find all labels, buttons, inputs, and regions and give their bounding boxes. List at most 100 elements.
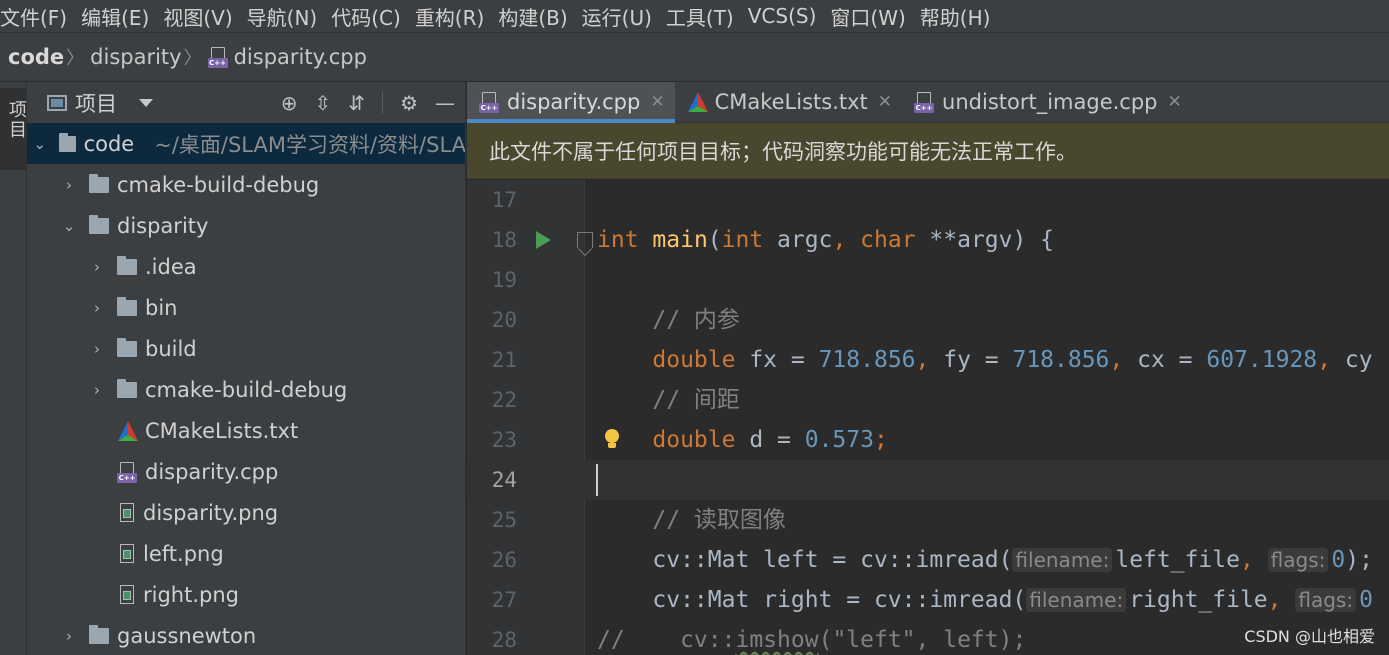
code-comment: // 读取图像 (597, 507, 786, 533)
parameter-hint: flags: (1295, 588, 1357, 612)
tree-item-label: CMakeLists.txt (145, 418, 299, 443)
image-file-icon (117, 584, 137, 606)
menu-edit[interactable]: 编辑(E) (74, 2, 156, 31)
banner-text: 此文件不属于任何项目目标；代码洞察功能可能无法正常工作。 (489, 139, 1077, 164)
line-number: 21 (491, 348, 517, 372)
tree-row[interactable]: › cmake-build-debug (27, 369, 465, 410)
menu-code[interactable]: 代码(C) (324, 2, 408, 31)
close-icon[interactable]: ✕ (650, 92, 664, 112)
root-path-hint: ~/桌面/SLAM学习资料/资料/SLA (154, 132, 466, 157)
parameter-hint: filename: (1026, 588, 1127, 612)
chevron-right-icon[interactable]: › (89, 381, 105, 399)
chevron-right-icon[interactable]: › (89, 340, 105, 358)
editor: C++ disparity.cpp ✕ CMakeLists.txt ✕ C++… (467, 82, 1389, 655)
chevron-right-icon[interactable]: › (89, 299, 105, 317)
menu-help[interactable]: 帮助(H) (913, 2, 998, 31)
chevron-right-icon[interactable]: › (61, 176, 77, 194)
folder-icon (89, 214, 109, 234)
chevron-down-icon[interactable]: ⌄ (61, 217, 77, 235)
tree-row[interactable]: right.png (27, 574, 465, 615)
code-line: 17 (467, 180, 1389, 220)
tree-row[interactable]: › build (27, 328, 465, 369)
tree-row[interactable]: › cmake-build-debug (27, 164, 465, 205)
tree-row[interactable]: › bin (27, 287, 465, 328)
chevron-right-icon[interactable]: › (61, 627, 77, 645)
menu-run[interactable]: 运行(U) (575, 2, 659, 31)
tab-undistort-image-cpp[interactable]: C++ undistort_image.cpp ✕ (902, 82, 1192, 122)
code-text: cv::Mat left = cv::imread(filename: left_… (597, 547, 1373, 573)
line-number: 26 (491, 548, 517, 572)
breadcrumb-separator-icon: 〉 (183, 48, 202, 69)
code-comment: // 内参 (597, 307, 740, 333)
minimize-icon[interactable]: — (435, 91, 455, 115)
tree-item-label: gaussnewton (117, 623, 257, 648)
gear-icon[interactable]: ⚙ (400, 91, 418, 115)
code-editor[interactable]: 17 18 int main(int argc, char **argv) { … (467, 180, 1389, 655)
breadcrumb: code 〉 disparity 〉 C++ disparity.cpp (0, 32, 1389, 82)
tree-item-label: cmake-build-debug (145, 377, 348, 402)
tab-label: disparity.cpp (507, 90, 641, 114)
line-number: 23 (491, 428, 517, 452)
menu-tools[interactable]: 工具(T) (659, 2, 741, 31)
menu-refactor[interactable]: 重构(R) (408, 2, 492, 31)
tree-row[interactable]: ⌄ disparity (27, 205, 465, 246)
close-icon[interactable]: ✕ (1168, 92, 1182, 112)
tree-row[interactable]: disparity.png (27, 492, 465, 533)
code-text: double d = 0.573; (652, 427, 888, 453)
notification-banner: 此文件不属于任何项目目标；代码洞察功能可能无法正常工作。 (467, 123, 1389, 179)
line-number: 19 (491, 268, 517, 292)
folder-icon (89, 173, 109, 193)
cpp-file-icon: C++ (207, 46, 230, 68)
folder-icon (117, 378, 137, 398)
fold-icon[interactable] (577, 232, 593, 248)
code-text: // cv::imshow("left", left); (597, 627, 1027, 653)
breadcrumb-root[interactable]: code (8, 45, 64, 69)
line-number: 25 (491, 508, 517, 532)
line-number: 20 (491, 308, 517, 332)
project-view-icon (47, 94, 67, 111)
breadcrumb-separator-icon: 〉 (66, 48, 85, 69)
tree-row[interactable]: CMakeLists.txt (27, 410, 465, 451)
code-line: 21 double fx = 718.856, fy = 718.856, cx… (467, 340, 1389, 380)
tab-label: CMakeLists.txt (714, 90, 868, 114)
folder-icon (117, 337, 137, 357)
menu-build[interactable]: 构建(B) (491, 2, 574, 31)
menu-file[interactable]: 文件(F) (0, 2, 74, 31)
menu-view[interactable]: 视图(V) (156, 2, 239, 31)
breadcrumb-folder[interactable]: disparity (90, 45, 181, 69)
tree-item-label: left.png (143, 541, 224, 566)
tab-disparity-cpp[interactable]: C++ disparity.cpp ✕ (467, 82, 675, 123)
line-number: 27 (491, 588, 517, 612)
line-number: 28 (491, 628, 517, 652)
expand-all-icon[interactable]: ⇳ (315, 91, 332, 115)
tree-row[interactable]: › .idea (27, 246, 465, 287)
tree-item-label: disparity.cpp (145, 459, 279, 484)
chevron-down-icon[interactable]: ⌄ (33, 135, 47, 153)
project-tool-window-tab[interactable]: 项目 (0, 88, 27, 170)
menu-vcs[interactable]: VCS(S) (741, 4, 824, 28)
image-file-icon (117, 502, 137, 524)
menu-navigate[interactable]: 导航(N) (240, 2, 325, 31)
chevron-down-icon[interactable] (139, 98, 153, 107)
code-line: 19 (467, 260, 1389, 300)
tree-row-root[interactable]: ⌄ code ~/桌面/SLAM学习资料/资料/SLA (27, 123, 466, 164)
project-panel-title[interactable]: 项目 (75, 88, 117, 118)
collapse-all-icon[interactable]: ⇵ (348, 91, 365, 115)
menu-bar: 文件(F) 编辑(E) 视图(V) 导航(N) 代码(C) 重构(R) 构建(B… (0, 0, 1389, 32)
tree-item-label: bin (145, 295, 178, 320)
chevron-right-icon[interactable]: › (89, 258, 105, 276)
locate-file-icon[interactable]: ⊕ (281, 91, 298, 115)
tree-row[interactable]: left.png (27, 533, 465, 574)
run-icon[interactable] (536, 231, 551, 249)
breadcrumb-file[interactable]: disparity.cpp (234, 45, 367, 69)
menu-window[interactable]: 窗口(W) (823, 2, 912, 31)
tab-label: undistort_image.cpp (942, 90, 1158, 114)
tree-row[interactable]: C++ disparity.cpp (27, 451, 465, 492)
code-line: 23 double d = 0.573; (467, 420, 1389, 460)
tab-cmakelists[interactable]: CMakeLists.txt ✕ (675, 82, 902, 122)
project-tool-window-label: 项目 (6, 100, 27, 140)
tree-row[interactable]: › gaussnewton (27, 615, 465, 655)
close-icon[interactable]: ✕ (878, 92, 892, 112)
code-text: cv::Mat right = cv::imread(filename: righ… (597, 587, 1373, 613)
code-line: 20 // 内参 (467, 300, 1389, 340)
